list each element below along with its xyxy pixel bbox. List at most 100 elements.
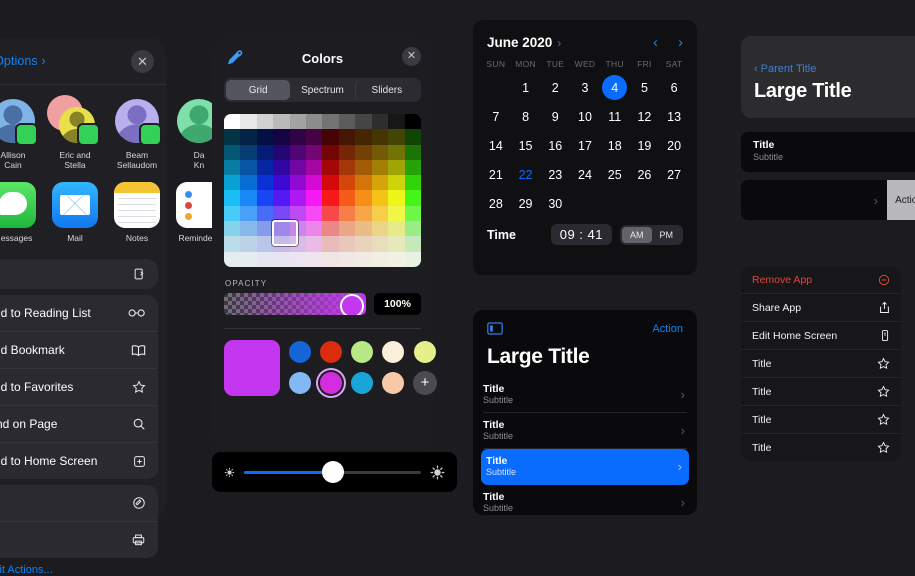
color-cell[interactable] (338, 221, 356, 237)
calendar-day[interactable]: 2 (540, 73, 570, 102)
color-cell[interactable] (371, 144, 389, 160)
swatch[interactable] (320, 340, 342, 363)
color-cell[interactable] (273, 129, 290, 145)
calendar-day[interactable]: 7 (481, 102, 511, 131)
color-cell[interactable] (289, 236, 307, 252)
color-cell[interactable] (273, 205, 290, 222)
color-cell[interactable] (322, 221, 339, 237)
color-cell[interactable] (338, 114, 356, 130)
color-cell[interactable] (322, 236, 339, 252)
color-cell[interactable] (224, 129, 241, 145)
action-row-bookmark[interactable]: Add Bookmark (0, 331, 158, 368)
list-item[interactable]: Title Subtitle › (483, 485, 687, 515)
swatch[interactable] (289, 371, 311, 394)
close-icon[interactable]: ✕ (131, 49, 154, 73)
calendar-day[interactable]: 15 (511, 131, 541, 160)
action-row-print[interactable] (0, 521, 158, 558)
color-cell[interactable] (404, 129, 421, 145)
brightness-track[interactable] (244, 461, 421, 483)
color-cell[interactable] (256, 144, 274, 160)
context-menu-item[interactable]: Title (741, 377, 901, 405)
action-button[interactable]: Action (652, 323, 683, 335)
time-input[interactable]: 09 : 41 (550, 224, 612, 245)
color-cell[interactable] (289, 251, 307, 267)
color-cell[interactable] (388, 129, 405, 145)
color-cell[interactable] (404, 221, 421, 237)
color-cell[interactable] (306, 175, 323, 191)
color-cell[interactable] (404, 251, 421, 267)
action-row-markup[interactable] (0, 485, 158, 521)
color-cell[interactable] (273, 251, 290, 267)
opacity-slider[interactable] (224, 292, 366, 315)
action-row-reading-list[interactable]: Add to Reading List (0, 295, 158, 331)
color-cell[interactable] (322, 175, 339, 191)
color-cell[interactable] (338, 205, 356, 222)
close-icon[interactable]: ✕ (402, 47, 421, 66)
color-cell[interactable] (273, 236, 290, 252)
calendar-day[interactable]: 4 (600, 73, 630, 102)
calendar-day[interactable]: 17 (570, 131, 600, 160)
pm-option[interactable]: PM (652, 227, 682, 243)
color-cell[interactable] (338, 159, 356, 176)
color-cell[interactable] (404, 114, 421, 130)
selected-color-preview[interactable] (224, 339, 280, 396)
action-row-favorites[interactable]: Add to Favorites (0, 368, 158, 405)
color-cell[interactable] (256, 236, 274, 252)
color-cell[interactable] (289, 114, 307, 130)
color-cell[interactable] (371, 114, 389, 130)
edit-actions-link[interactable]: Edit Actions... (0, 558, 166, 576)
calendar-day[interactable]: 8 (511, 102, 541, 131)
color-cell[interactable] (322, 144, 339, 160)
color-cell[interactable] (306, 205, 323, 222)
color-cell[interactable] (273, 190, 290, 206)
calendar-day[interactable]: 11 (600, 102, 630, 131)
color-cell[interactable] (371, 159, 389, 176)
swatch[interactable] (320, 371, 342, 394)
color-cell[interactable] (256, 129, 274, 145)
color-cell[interactable] (355, 221, 372, 237)
color-cell[interactable] (388, 221, 405, 237)
swipe-action-button[interactable]: Action (887, 180, 915, 220)
color-cell[interactable] (289, 221, 307, 237)
color-cell[interactable] (338, 236, 356, 252)
color-cell[interactable] (273, 159, 290, 176)
color-cell[interactable] (306, 251, 323, 267)
chevron-right-icon[interactable]: › (678, 34, 683, 51)
color-cell[interactable] (224, 221, 241, 237)
color-cell[interactable] (256, 221, 274, 237)
calendar-day[interactable]: 21 (481, 160, 511, 189)
context-menu-item[interactable]: Remove App (741, 266, 901, 293)
color-cell[interactable] (306, 221, 323, 237)
eyedropper-icon[interactable] (226, 49, 243, 66)
color-cell[interactable] (289, 205, 307, 222)
color-cell[interactable] (289, 175, 307, 191)
color-cell[interactable] (306, 190, 323, 206)
color-cell[interactable] (256, 159, 274, 176)
color-cell[interactable] (240, 251, 257, 267)
person-item[interactable]: Eric and Stella (47, 95, 102, 170)
list-row-card[interactable]: Title Subtitle (741, 132, 915, 172)
color-cell[interactable] (388, 159, 405, 176)
person-item[interactable]: Beam Sellaudom (110, 97, 164, 170)
swatch[interactable] (289, 340, 311, 363)
color-cell[interactable] (371, 251, 389, 267)
color-cell[interactable] (404, 175, 421, 191)
swipe-row-content[interactable]: › (741, 180, 887, 220)
color-cell[interactable] (240, 114, 257, 130)
app-item-notes[interactable]: Notes (110, 182, 164, 243)
calendar-day[interactable]: 20 (659, 131, 689, 160)
back-button[interactable]: ‹ Parent Title (741, 36, 915, 75)
context-menu-item[interactable]: Share App (741, 293, 901, 321)
color-cell[interactable] (256, 190, 274, 206)
color-cell[interactable] (388, 175, 405, 191)
color-grid[interactable] (224, 114, 421, 267)
context-menu-item[interactable]: Edit Home Screen (741, 321, 901, 349)
color-cell[interactable] (322, 114, 339, 130)
calendar-day[interactable]: 9 (540, 102, 570, 131)
color-cell[interactable] (224, 205, 241, 222)
tab-spectrum[interactable]: Spectrum (290, 80, 354, 100)
color-cell[interactable] (388, 190, 405, 206)
color-cell[interactable] (404, 205, 421, 222)
color-cell[interactable] (289, 144, 307, 160)
context-menu-item[interactable]: Title (741, 433, 901, 461)
